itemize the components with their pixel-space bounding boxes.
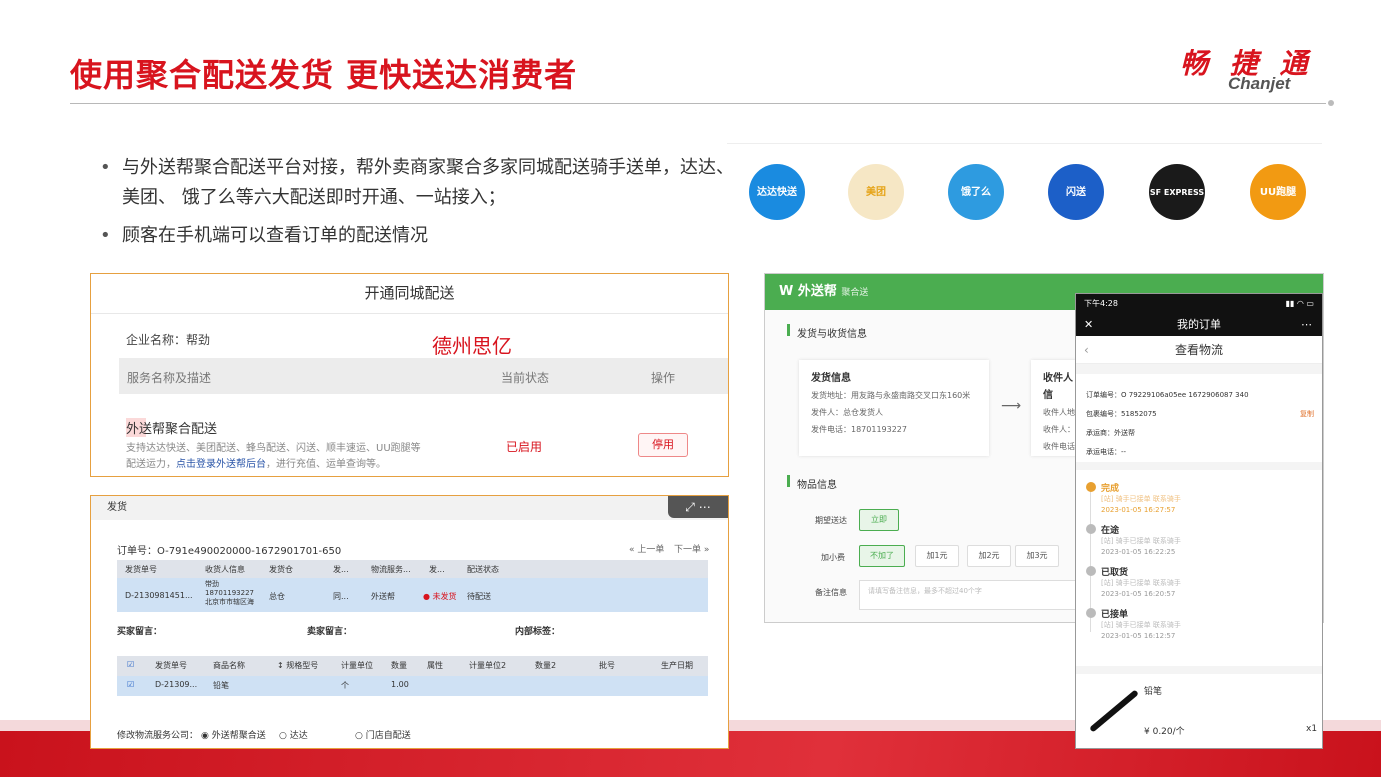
divider-dot bbox=[1328, 100, 1334, 106]
backend-login-link[interactable]: 点击登录外送帮后台 bbox=[176, 459, 266, 470]
meituan-logo-icon: 美团 bbox=[848, 164, 904, 220]
table-row[interactable]: ☑ D-21309... 铅笔 个 1.00 bbox=[117, 676, 708, 696]
service-desc: 支持达达快送、美团配送、蜂鸟配送、闪送、顺丰速运、UU跑腿等配送运力，点击登录外… bbox=[126, 443, 421, 470]
sub-title: 查看物流 bbox=[1174, 343, 1223, 357]
arrow-right-icon: ⟶ bbox=[1001, 398, 1022, 414]
tip-none-chip[interactable]: 不加了 bbox=[859, 545, 905, 567]
expect-label: 期望送达 bbox=[815, 516, 847, 525]
note-input[interactable]: 请填写备注信息，最多不超过40个字 bbox=[859, 580, 1081, 610]
status-bar: 下午4:28 ▮▮ ◠ ▭ bbox=[1076, 294, 1322, 314]
sub-header: ‹ 查看物流 bbox=[1076, 336, 1322, 364]
step-note: [站] 骑手已接单 联系骑手 bbox=[1101, 579, 1181, 587]
open-delivery-panel: 开通同城配送 企业名称：帮劲 德州思亿 服务名称及描述 当前状态 操作 外送帮聚… bbox=[90, 273, 729, 477]
col-service: 服务名称及描述 bbox=[127, 371, 212, 385]
prev-order-link[interactable]: « 上一单 bbox=[629, 542, 664, 555]
bullet-list: 与外送帮聚合配送平台对接，帮外卖商家聚合多家同城配送骑手送单，达达、 美团、 饿… bbox=[100, 153, 740, 251]
table-header-row: ☑ 发货单号 商品名称 ↕ 规格型号 计量单位 数量 属性 计量单位2 数量2 … bbox=[117, 656, 708, 676]
step-note: [站] 骑手已接单 联系骑手 bbox=[1101, 495, 1181, 503]
service-name: 外送帮聚合配送 bbox=[126, 418, 218, 437]
step-note: [站] 骑手已接单 联系骑手 bbox=[1101, 621, 1181, 629]
brand-logo-en: Chanjet bbox=[1228, 74, 1291, 93]
page-title: 使用聚合配送发货 更快送达消费者 bbox=[70, 56, 578, 94]
shipping-panel: 发货 ⤢ ⋯ 订单号：O-791e490020000-1672901701-65… bbox=[90, 495, 729, 749]
section-marker bbox=[787, 324, 790, 336]
order-number: 订单号：O-791e490020000-1672901701-650 bbox=[117, 546, 342, 557]
copy-button[interactable]: 复制 bbox=[1300, 405, 1314, 424]
step-note: [站] 骑手已接单 联系骑手 bbox=[1101, 537, 1181, 545]
dada-logo-icon: 达达快送 bbox=[749, 164, 805, 220]
note-label: 备注信息 bbox=[815, 588, 847, 597]
item-name: 铅笔 bbox=[1144, 687, 1163, 697]
nav-bar: ✕ 我的订单 ⋯ bbox=[1076, 314, 1322, 336]
section-title: 物品信息 bbox=[797, 480, 837, 491]
timeline-dot bbox=[1086, 608, 1096, 618]
signal-wifi-icon: ▮▮ ◠ ▭ bbox=[1285, 299, 1314, 308]
item-block: 铅笔 ¥ 0.20/个 x1 bbox=[1076, 674, 1322, 748]
sf-express-logo-icon: SF EXPRESS bbox=[1149, 164, 1205, 220]
bullet-item: 顾客在手机端可以查看订单的配送情况 bbox=[100, 221, 740, 251]
panel-header: 发货 bbox=[91, 496, 728, 520]
bullet-item: 与外送帮聚合配送平台对接，帮外卖商家聚合多家同城配送骑手送单，达达、 美团、 饿… bbox=[100, 153, 740, 213]
section-marker bbox=[787, 475, 790, 487]
eleme-logo-icon: 饿了么 bbox=[948, 164, 1004, 220]
item-price: ¥ 0.20/个 bbox=[1144, 727, 1185, 737]
tip-3-chip[interactable]: 加3元 bbox=[1015, 545, 1059, 567]
disable-button[interactable]: 停用 bbox=[638, 433, 688, 457]
tip-label: 加小费 bbox=[821, 553, 845, 562]
tip-1-chip[interactable]: 加1元 bbox=[915, 545, 959, 567]
radio-store-delivery[interactable]: ○ 门店自配送 bbox=[355, 728, 411, 741]
overlay-label: 德州思亿 bbox=[432, 334, 512, 358]
company-name: 企业名称：帮劲 bbox=[126, 333, 211, 347]
seller-note-label: 卖家留言： bbox=[307, 627, 353, 637]
shansong-logo-icon: 闪送 bbox=[1048, 164, 1104, 220]
buyer-note-label: 买家留言： bbox=[117, 627, 163, 637]
internal-tag-label: 内部标签： bbox=[515, 627, 561, 637]
timeline-dot bbox=[1086, 524, 1096, 534]
title-divider bbox=[70, 103, 1326, 104]
fullscreen-icon[interactable]: ⤢ ⋯ bbox=[668, 496, 728, 518]
phone-screen: 下午4:28 ▮▮ ◠ ▭ ✕ 我的订单 ⋯ ‹ 查看物流 订单编号：O 7922… bbox=[1075, 293, 1323, 749]
next-order-link[interactable]: 下一单 » bbox=[674, 542, 709, 555]
item-qty: x1 bbox=[1306, 724, 1318, 734]
expect-now-chip[interactable]: 立即 bbox=[859, 509, 899, 531]
col-status: 当前状态 bbox=[501, 371, 550, 385]
table-header: 服务名称及描述 当前状态 操作 bbox=[119, 358, 728, 394]
close-icon[interactable]: ✕ bbox=[1084, 314, 1093, 336]
more-icon[interactable]: ⋯ bbox=[1301, 314, 1312, 336]
tip-2-chip[interactable]: 加2元 bbox=[967, 545, 1011, 567]
logistics-label: 修改物流服务公司： bbox=[117, 731, 199, 741]
col-action: 操作 bbox=[651, 371, 676, 385]
radio-waisongbang[interactable]: ◉ 外送帮聚合送 bbox=[201, 728, 266, 741]
radio-dada[interactable]: ○ 达达 bbox=[279, 728, 308, 741]
table-row[interactable]: D-2130981451... 带劲 18701193227 北京市市辖区海 总… bbox=[117, 578, 708, 612]
status-text: 已启用 bbox=[506, 440, 543, 454]
partner-divider bbox=[727, 143, 1322, 144]
sender-card: 发货信息 发货地址：用友路与永盛南路交叉口东160米 发件人：总仓发货人 发件电… bbox=[799, 360, 989, 456]
tracking-timeline: 完成 [站] 骑手已接单 联系骑手 2023-01-05 16:27:57 在途… bbox=[1076, 470, 1322, 666]
section-title: 发货与收货信息 bbox=[797, 329, 867, 340]
timeline-dot bbox=[1086, 566, 1096, 576]
panel-title: 开通同城配送 bbox=[91, 274, 728, 314]
uu-logo-icon: UU跑腿 bbox=[1250, 164, 1306, 220]
order-info-block: 订单编号：O 79229106a05ee 1672906087 340 包裹编号… bbox=[1076, 374, 1322, 462]
back-icon[interactable]: ‹ bbox=[1084, 336, 1089, 364]
table-header-row: 发货单号 收货人信息 发货仓 发... 物流服务... 发... 配送状态 bbox=[117, 560, 708, 578]
pen-image bbox=[1089, 689, 1139, 733]
timeline-dot bbox=[1086, 482, 1096, 492]
nav-title: 我的订单 bbox=[1177, 318, 1221, 331]
